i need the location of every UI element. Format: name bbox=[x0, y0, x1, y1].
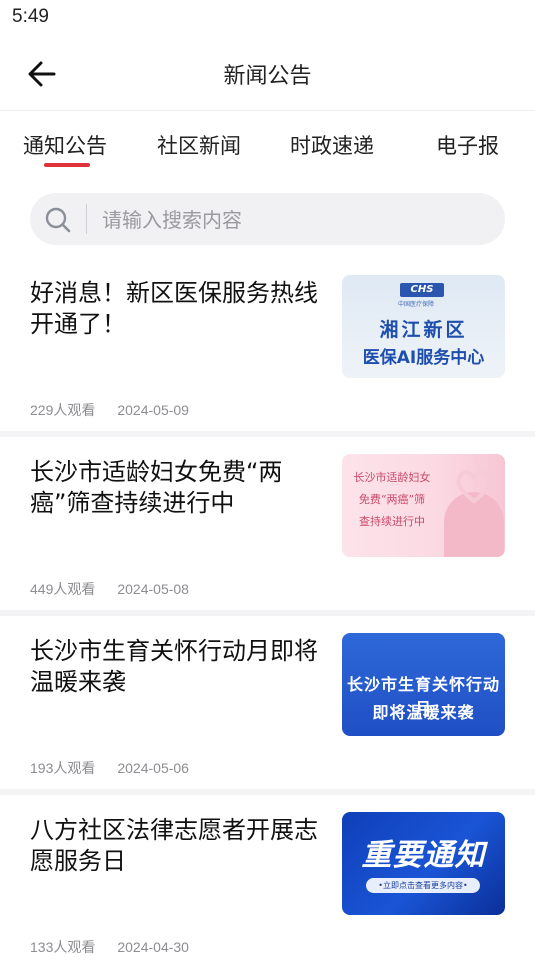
tab-community-news[interactable]: 社区新闻 bbox=[157, 130, 241, 160]
news-thumbnail: 长沙市生育关怀行动月 即将温暖来袭 bbox=[342, 633, 505, 736]
thumb-line-2: 医保AI服务中心 bbox=[362, 348, 485, 368]
news-list: 好消息！新区医保服务热线开通了！ CHS 中国医疗保障 湘江新区 医保AI服务中… bbox=[0, 258, 535, 975]
publish-date: 2024-05-06 bbox=[117, 760, 189, 776]
news-title: 长沙市适龄妇女免费“两癌”筛查持续进行中 bbox=[30, 458, 283, 517]
tab-e-newspaper[interactable]: 电子报 bbox=[436, 130, 499, 160]
search-divider bbox=[86, 204, 87, 234]
publish-date: 2024-04-30 bbox=[117, 939, 189, 955]
search-bar[interactable] bbox=[30, 193, 505, 245]
news-item[interactable]: 八方社区法律志愿者开展志愿服务日 重要通知 •立即点击查看更多内容• 133人观… bbox=[0, 795, 535, 975]
publish-date: 2024-05-09 bbox=[117, 402, 189, 418]
news-title: 长沙市生育关怀行动月即将温暖来袭 bbox=[30, 637, 318, 696]
thumb-line-1: 湘江新区 bbox=[379, 319, 468, 341]
thumb-line-2: 即将温暖来袭 bbox=[372, 703, 475, 722]
news-title: 好消息！新区医保服务热线开通了！ bbox=[30, 279, 318, 338]
search-input[interactable] bbox=[100, 201, 494, 239]
search-icon bbox=[45, 207, 71, 233]
view-count: 193人观看 bbox=[30, 760, 96, 776]
news-meta: 193人观看 2024-05-06 bbox=[30, 758, 189, 778]
app-bar: 新闻公告 bbox=[0, 38, 535, 111]
view-count: 133人观看 bbox=[30, 939, 96, 955]
status-bar: 5:49 bbox=[0, 0, 535, 38]
view-count: 229人观看 bbox=[30, 402, 96, 418]
thumb-line-3: 查持续进行中 bbox=[359, 515, 425, 528]
news-item[interactable]: 长沙市适龄妇女免费“两癌”筛查持续进行中 长沙市适龄妇女 免费“两癌”筛 查持续… bbox=[0, 437, 535, 616]
logo-subtitle: 中国医疗保障 bbox=[398, 301, 435, 308]
news-item[interactable]: 长沙市生育关怀行动月即将温暖来袭 长沙市生育关怀行动月 即将温暖来袭 193人观… bbox=[0, 616, 535, 795]
thumb-pill: •立即点击查看更多内容• bbox=[366, 878, 480, 893]
news-thumbnail: 重要通知 •立即点击查看更多内容• bbox=[342, 812, 505, 915]
news-thumbnail: 长沙市适龄妇女 免费“两癌”筛 查持续进行中 bbox=[342, 454, 505, 557]
news-item[interactable]: 好消息！新区医保服务热线开通了！ CHS 中国医疗保障 湘江新区 医保AI服务中… bbox=[0, 258, 535, 437]
heart-hands-icon bbox=[456, 470, 492, 504]
publish-date: 2024-05-08 bbox=[117, 581, 189, 597]
tab-bar: 通知公告 社区新闻 时政速递 电子报 bbox=[0, 112, 535, 174]
status-time: 5:49 bbox=[12, 6, 49, 27]
thumb-line-2: 免费“两癌”筛 bbox=[358, 493, 426, 506]
thumb-headline: 重要通知 bbox=[361, 838, 486, 873]
page-title: 新闻公告 bbox=[223, 64, 312, 89]
tab-notices[interactable]: 通知公告 bbox=[23, 130, 107, 160]
tab-politics-express[interactable]: 时政速递 bbox=[290, 130, 374, 160]
active-tab-indicator bbox=[44, 163, 90, 167]
news-meta: 449人观看 2024-05-08 bbox=[30, 579, 189, 599]
news-title: 八方社区法律志愿者开展志愿服务日 bbox=[30, 816, 318, 875]
news-thumbnail: CHS 中国医疗保障 湘江新区 医保AI服务中心 bbox=[342, 275, 505, 378]
thumb-line-1: 长沙市适龄妇女 bbox=[353, 471, 431, 484]
chs-logo: CHS bbox=[400, 283, 444, 297]
news-meta: 133人观看 2024-04-30 bbox=[30, 937, 189, 957]
news-meta: 229人观看 2024-05-09 bbox=[30, 400, 189, 420]
view-count: 449人观看 bbox=[30, 581, 96, 597]
